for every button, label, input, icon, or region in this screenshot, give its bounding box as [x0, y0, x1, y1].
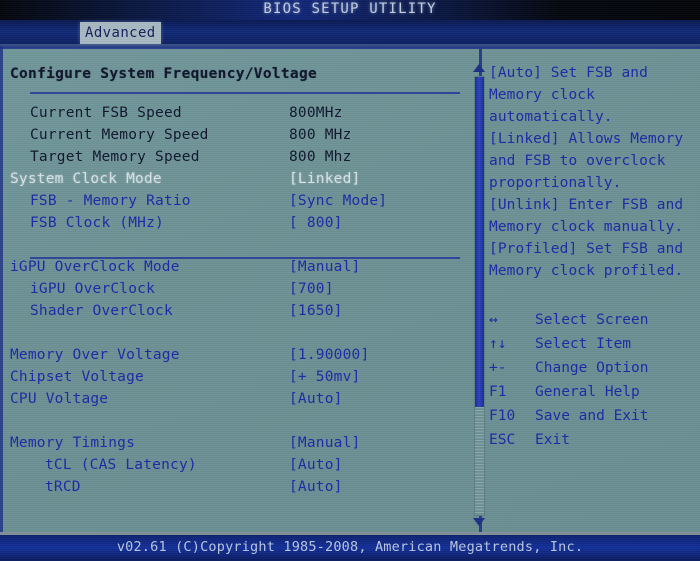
help-line: [Linked] Allows Memory	[489, 131, 684, 147]
help-line: [Unlink] Enter FSB and	[489, 197, 684, 213]
nav-key-icon: ESC	[489, 432, 516, 448]
setting-row[interactable]: Chipset Voltage [+ 50mv]	[8, 366, 470, 388]
setting-row: Target Memory Speed 800 Mhz	[8, 146, 470, 168]
setting-value: 800MHz	[289, 105, 343, 121]
section-title: Configure System Frequency/Voltage	[10, 66, 318, 82]
setting-label: Target Memory Speed	[30, 149, 200, 165]
nav-legend-row: F1 General Help	[489, 380, 695, 404]
nav-key-icon: ↑↓	[489, 336, 507, 352]
setting-value[interactable]: [Auto]	[289, 454, 343, 476]
help-line: proportionally.	[489, 175, 622, 191]
setting-row[interactable]: Shader OverClock [1650]	[8, 300, 470, 322]
settings-pane: Configure System Frequency/Voltage Curre…	[8, 50, 485, 528]
setting-value[interactable]: [Linked]	[289, 168, 360, 190]
setting-label: Current FSB Speed	[30, 105, 182, 121]
nav-key-icon: F10	[489, 408, 516, 424]
nav-key-description: Exit	[535, 432, 570, 448]
nav-key-description: General Help	[535, 384, 640, 400]
row-spacer	[8, 322, 470, 344]
setting-row[interactable]: FSB - Memory Ratio [Sync Mode]	[8, 190, 470, 212]
setting-value[interactable]: [ 800]	[289, 212, 343, 234]
nav-key-icon: +-	[489, 360, 507, 376]
nav-legend-row: F10 Save and Exit	[489, 404, 695, 428]
setting-label: System Clock Mode	[10, 171, 162, 187]
setting-label: Memory Over Voltage	[10, 347, 180, 363]
scrollbar-thumb[interactable]	[475, 77, 484, 407]
row-spacer	[8, 410, 470, 432]
nav-legend-row: ↑↓ Select Item	[489, 332, 695, 356]
setting-row[interactable]: System Clock Mode [Linked]	[8, 168, 470, 190]
help-line: Memory clock	[489, 87, 595, 103]
setting-label: FSB - Memory Ratio	[30, 193, 191, 209]
nav-legend-row: +- Change Option	[489, 356, 695, 380]
setting-label: Shader OverClock	[30, 303, 173, 319]
nav-legend-row: ↔ Select Screen	[489, 308, 695, 332]
help-line: and FSB to overclock	[489, 153, 666, 169]
nav-key-description: Save and Exit	[535, 408, 649, 424]
setting-row[interactable]: Memory Timings [Manual]	[8, 432, 470, 454]
setting-value[interactable]: [Manual]	[289, 256, 360, 278]
setting-row[interactable]: iGPU OverClock [700]	[8, 278, 470, 300]
scroll-up-arrow-icon[interactable]	[473, 64, 485, 72]
nav-key-description: Select Screen	[535, 312, 649, 328]
scroll-down-arrow-icon[interactable]	[473, 518, 485, 526]
content-area: Configure System Frequency/Voltage Curre…	[0, 46, 700, 532]
setting-label: FSB Clock (MHz)	[30, 215, 164, 231]
setting-label: Current Memory Speed	[30, 127, 209, 143]
page-title: BIOS SETUP UTILITY	[263, 1, 437, 17]
settings-list: Current FSB Speed 800MHz Current Memory Sp…	[8, 102, 470, 498]
scrollbar[interactable]	[470, 64, 486, 526]
nav-key-description: Change Option	[535, 360, 649, 376]
setting-label: CPU Voltage	[10, 391, 109, 407]
setting-row[interactable]: Memory Over Voltage [1.90000]	[8, 344, 470, 366]
title-bar: BIOS SETUP UTILITY	[0, 0, 700, 20]
divider-top	[30, 92, 460, 94]
tab-bar: Advanced	[0, 20, 700, 46]
scrollbar-track[interactable]	[474, 76, 485, 516]
setting-row: Current Memory Speed 800 MHz	[8, 124, 470, 146]
nav-legend: ↔ Select Screen ↑↓ Select Item +- Change Opti…	[489, 308, 695, 452]
setting-label: iGPU OverClock	[30, 281, 156, 297]
footer-bar: v02.61 (C)Copyright 1985-2008, American …	[0, 535, 700, 561]
setting-label: tRCD	[45, 479, 81, 495]
nav-legend-row: ESC Exit	[489, 428, 695, 452]
setting-value[interactable]: [1.90000]	[289, 344, 369, 366]
help-line: [Auto] Set FSB and	[489, 65, 648, 81]
setting-row[interactable]: iGPU OverClock Mode [Manual]	[8, 256, 470, 278]
help-line: automatically.	[489, 109, 613, 125]
setting-row[interactable]: tCL (CAS Latency) [Auto]	[8, 454, 470, 476]
setting-label: iGPU OverClock Mode	[10, 259, 180, 275]
setting-value[interactable]: [700]	[289, 278, 334, 300]
setting-value[interactable]: [Manual]	[289, 432, 360, 454]
setting-label: tCL (CAS Latency)	[45, 457, 197, 473]
bios-screen: BIOS SETUP UTILITY Advanced Configure Sy…	[0, 0, 700, 561]
help-text: [Auto] Set FSB and Memory clock automatica…	[489, 62, 695, 282]
setting-value: 800 MHz	[289, 127, 352, 143]
help-pane: [Auto] Set FSB and Memory clock automatica…	[489, 50, 695, 528]
setting-value[interactable]: [Auto]	[289, 388, 343, 410]
left-border	[0, 46, 3, 532]
setting-row[interactable]: FSB Clock (MHz) [ 800]	[8, 212, 470, 234]
setting-value: 800 Mhz	[289, 149, 352, 165]
help-line: [Profiled] Set FSB and	[489, 241, 684, 257]
setting-row[interactable]: tRCD [Auto]	[8, 476, 470, 498]
setting-value[interactable]: [Sync Mode]	[289, 190, 387, 212]
nav-key-icon: ↔	[489, 312, 498, 328]
setting-row: Current FSB Speed 800MHz	[8, 102, 470, 124]
setting-value[interactable]: [1650]	[289, 300, 343, 322]
help-line: Memory clock manually.	[489, 219, 684, 235]
setting-label: Memory Timings	[10, 435, 136, 451]
nav-key-description: Select Item	[535, 336, 632, 352]
tab-advanced[interactable]: Advanced	[80, 22, 161, 44]
nav-key-icon: F1	[489, 384, 507, 400]
setting-value[interactable]: [Auto]	[289, 476, 343, 498]
row-spacer	[8, 234, 470, 256]
copyright-text: v02.61 (C)Copyright 1985-2008, American …	[116, 539, 584, 555]
help-line: Memory clock profiled.	[489, 263, 684, 279]
setting-label: Chipset Voltage	[10, 369, 144, 385]
setting-row[interactable]: CPU Voltage [Auto]	[8, 388, 470, 410]
setting-value[interactable]: [+ 50mv]	[289, 366, 360, 388]
